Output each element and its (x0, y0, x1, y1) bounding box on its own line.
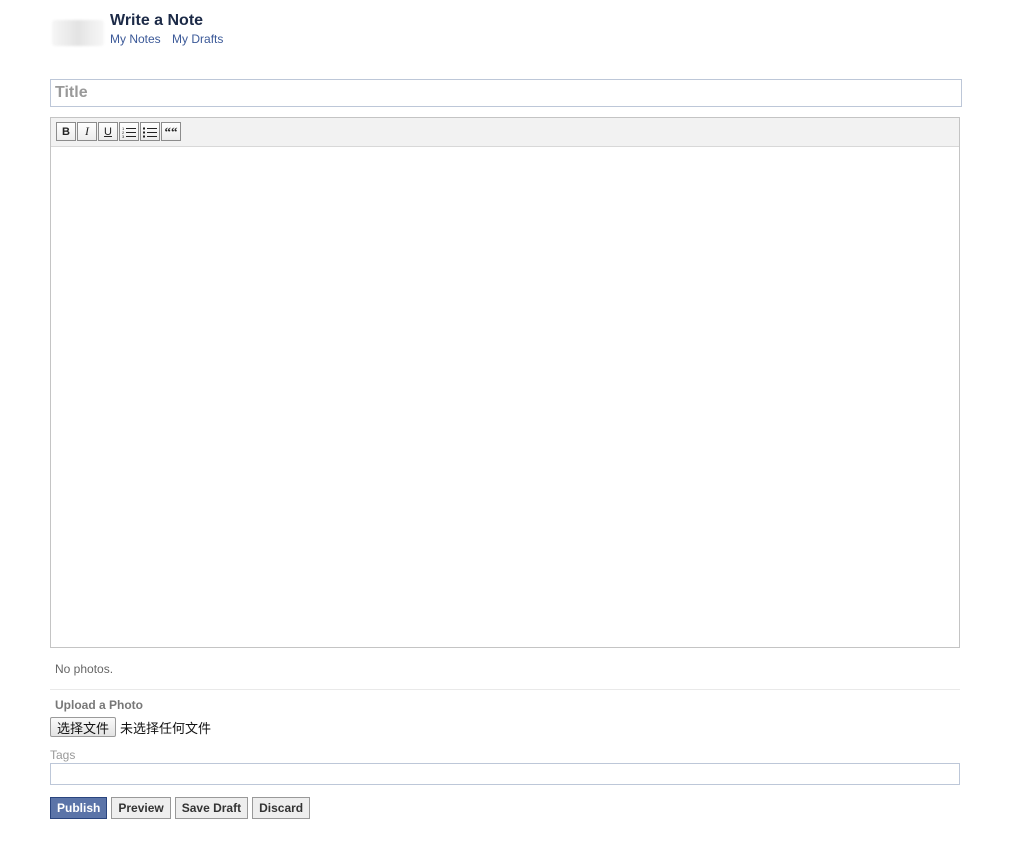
action-buttons: Publish Preview Save Draft Discard (50, 797, 314, 819)
upload-photo-label: Upload a Photo (55, 698, 143, 712)
underline-button[interactable]: U (98, 122, 118, 141)
avatar (52, 20, 104, 46)
choose-file-button[interactable]: 选择文件 (50, 717, 117, 737)
bulleted-list-icon (143, 127, 157, 137)
tags-label: Tags (50, 748, 76, 762)
note-editor: B I U 1 2 3 ““ (50, 117, 960, 648)
italic-button[interactable]: I (77, 122, 97, 141)
page-title: Write a Note (110, 12, 204, 29)
editor-toolbar: B I U 1 2 3 ““ (51, 118, 959, 147)
file-upload-row: 选择文件 未选择任何文件 (50, 717, 211, 737)
format-button-group: B I U 1 2 3 ““ (56, 122, 182, 141)
publish-button[interactable]: Publish (50, 797, 108, 819)
numbered-list-button[interactable]: 1 2 3 (119, 122, 139, 141)
bulleted-list-button[interactable] (140, 122, 160, 141)
preview-button[interactable]: Preview (111, 797, 171, 819)
svg-text:3: 3 (122, 134, 125, 138)
numbered-list-icon: 1 2 3 (122, 126, 136, 138)
title-block: Write a Note My Notes My Drafts (110, 11, 231, 47)
tags-input[interactable] (50, 763, 960, 785)
bold-button[interactable]: B (56, 122, 76, 141)
note-body-textarea[interactable] (51, 147, 959, 647)
write-note-page: Write a Note My Notes My Drafts B I U 1 … (0, 0, 1023, 843)
subnav: My Notes My Drafts (110, 32, 231, 47)
blockquote-button[interactable]: ““ (161, 122, 181, 141)
save-draft-button[interactable]: Save Draft (174, 797, 249, 819)
discard-button[interactable]: Discard (252, 797, 311, 819)
divider (50, 689, 960, 690)
my-notes-link[interactable]: My Notes (110, 32, 161, 46)
my-drafts-link[interactable]: My Drafts (172, 32, 223, 46)
note-title-input[interactable] (50, 79, 962, 107)
file-status-text: 未选择任何文件 (120, 721, 212, 737)
no-photos-text: No photos. (55, 662, 114, 676)
